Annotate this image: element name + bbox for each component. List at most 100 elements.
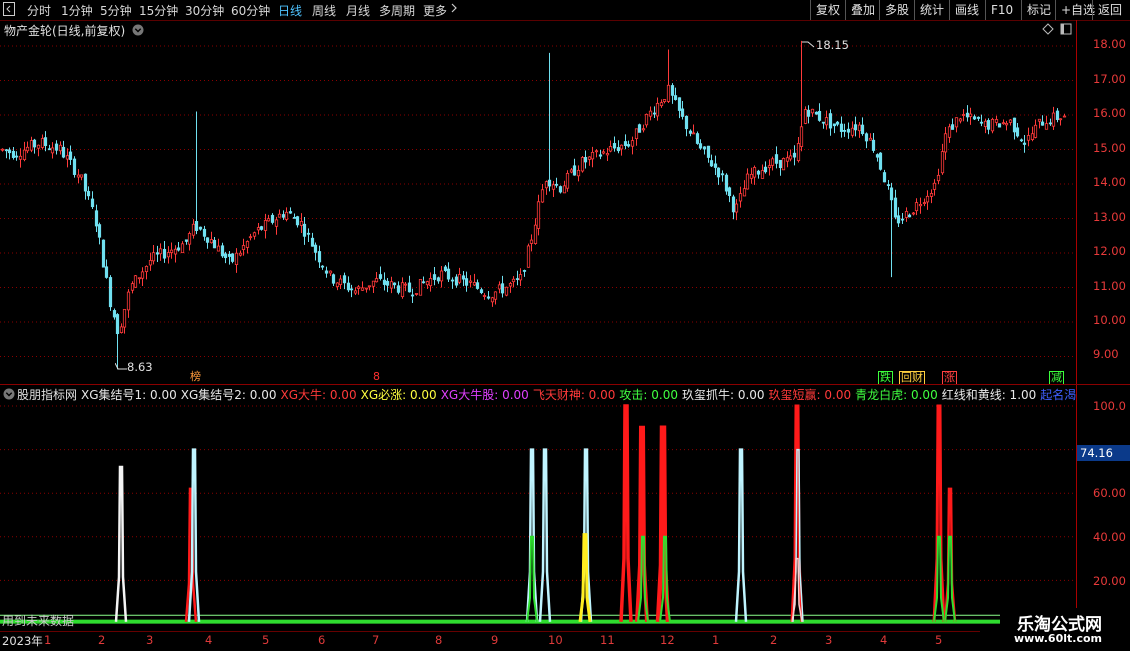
signal-marker[interactable]: 涨 [942,371,957,385]
maximize-icon[interactable] [1060,23,1072,38]
candle-body [331,274,336,284]
candle-body [846,128,851,133]
candle-body [911,212,916,215]
candle-body [824,117,829,126]
period-tab-8[interactable]: 月线 [346,2,370,19]
month-label: 12 [660,633,675,647]
tool-button-stats[interactable]: 统计 [914,0,949,20]
month-label: 8 [435,633,443,647]
sidebar-toggle-icon[interactable] [3,2,15,19]
tool-button-mark[interactable]: 标记 [1021,0,1056,20]
future-data-warning: 用到未来数据 [2,614,75,628]
candle-body [162,248,167,259]
candle-body [83,173,88,192]
candle-body [590,152,595,160]
candle-body [475,282,480,289]
dropdown-circle-icon[interactable] [132,24,144,39]
candle-body [86,191,91,197]
candle-body [144,265,149,273]
indicator-tick: 20.00 [1093,574,1126,588]
tool-button-adjust[interactable]: 复权 [810,0,845,20]
period-tab-6[interactable]: 日线 [278,2,302,19]
panel-divider[interactable] [0,384,1130,385]
signal-marker[interactable]: 8 [372,371,381,383]
tool-button-f10[interactable]: F10 [985,0,1018,20]
candle-body [148,260,153,266]
chevron-right-icon[interactable] [450,1,458,18]
candle-body [421,281,426,284]
candle-body [605,153,610,156]
candle-body [972,116,977,120]
candle-body [151,252,156,262]
candle-body [166,252,171,258]
candle-body [788,155,793,160]
candle-body [209,239,214,244]
candle-body [68,151,73,160]
candle-body [871,139,876,151]
candle-body [504,286,509,296]
period-tab-7[interactable]: 周线 [312,2,336,19]
signal-marker[interactable]: 回财 [899,371,925,385]
candle-body [256,227,261,231]
candle-body [284,211,289,220]
period-tab-4[interactable]: 30分钟 [185,2,224,19]
candle-body [1022,142,1027,145]
tool-button-overlay[interactable]: 叠加 [845,0,880,20]
candle-body [619,144,624,150]
tool-button-draw[interactable]: 画线 [949,0,984,20]
candle-body [803,109,808,124]
candle-body [299,221,304,226]
candle-body [950,124,955,130]
dropdown-circle-icon[interactable] [3,388,15,402]
tool-button-multi[interactable]: 多股 [879,0,914,20]
candle-body [248,236,253,239]
candle-body [490,297,495,303]
candle-body [594,150,599,153]
candle-body [443,266,448,272]
candle-body [353,290,358,294]
candle-body [749,174,754,179]
candle-body [1012,117,1017,133]
candle-body [274,219,279,227]
period-tab-9[interactable]: 多周期 [379,2,415,19]
time-axis[interactable]: 2023年 1 2 3 4 5 6 7 8 9 10 11 12 1 2 3 4 5 [0,631,980,651]
candle-body [346,282,351,291]
indicator-tick: 40.00 [1093,530,1126,544]
candle-body [122,309,127,328]
candle-body [328,270,333,274]
price-tick: 12.00 [1093,244,1126,258]
period-tab-0[interactable]: 分时 [27,2,51,19]
chart-title-bar: 物产金轮(日线,前复权) [4,22,144,39]
candle-body [396,285,401,293]
indicator-chart[interactable] [0,402,1076,631]
indicator-field-9: 青龙白虎: 0.00 [855,388,938,402]
period-tab-2[interactable]: 5分钟 [100,2,132,19]
candle-body [500,283,505,294]
tool-button-back[interactable]: 返回 [1092,0,1127,20]
indicator-spike [619,404,633,622]
candle-body [634,128,639,140]
candle-body [554,183,559,186]
candle-body [821,121,826,124]
period-tab-3[interactable]: 15分钟 [139,2,178,19]
signal-marker[interactable]: 榜 [189,371,202,383]
candle-body [101,239,106,268]
period-tab-5[interactable]: 60分钟 [231,2,270,19]
candle-body [641,128,646,131]
candle-body [536,201,541,229]
candlestick-chart[interactable] [0,38,1076,384]
diamond-icon[interactable] [1042,23,1054,38]
period-tab-10[interactable]: 更多 [423,2,447,19]
candle-body [616,147,621,152]
candle-body [47,148,52,151]
candle-body [72,158,77,175]
candle-body [760,170,765,179]
signal-marker[interactable]: 减 [1049,371,1064,385]
candle-body [324,270,329,274]
signal-marker[interactable]: 跌 [878,371,893,385]
candle-body [180,243,185,254]
candle-body [32,139,37,148]
candle-body [680,108,685,117]
period-tab-1[interactable]: 1分钟 [61,2,93,19]
month-label: 4 [205,633,213,647]
